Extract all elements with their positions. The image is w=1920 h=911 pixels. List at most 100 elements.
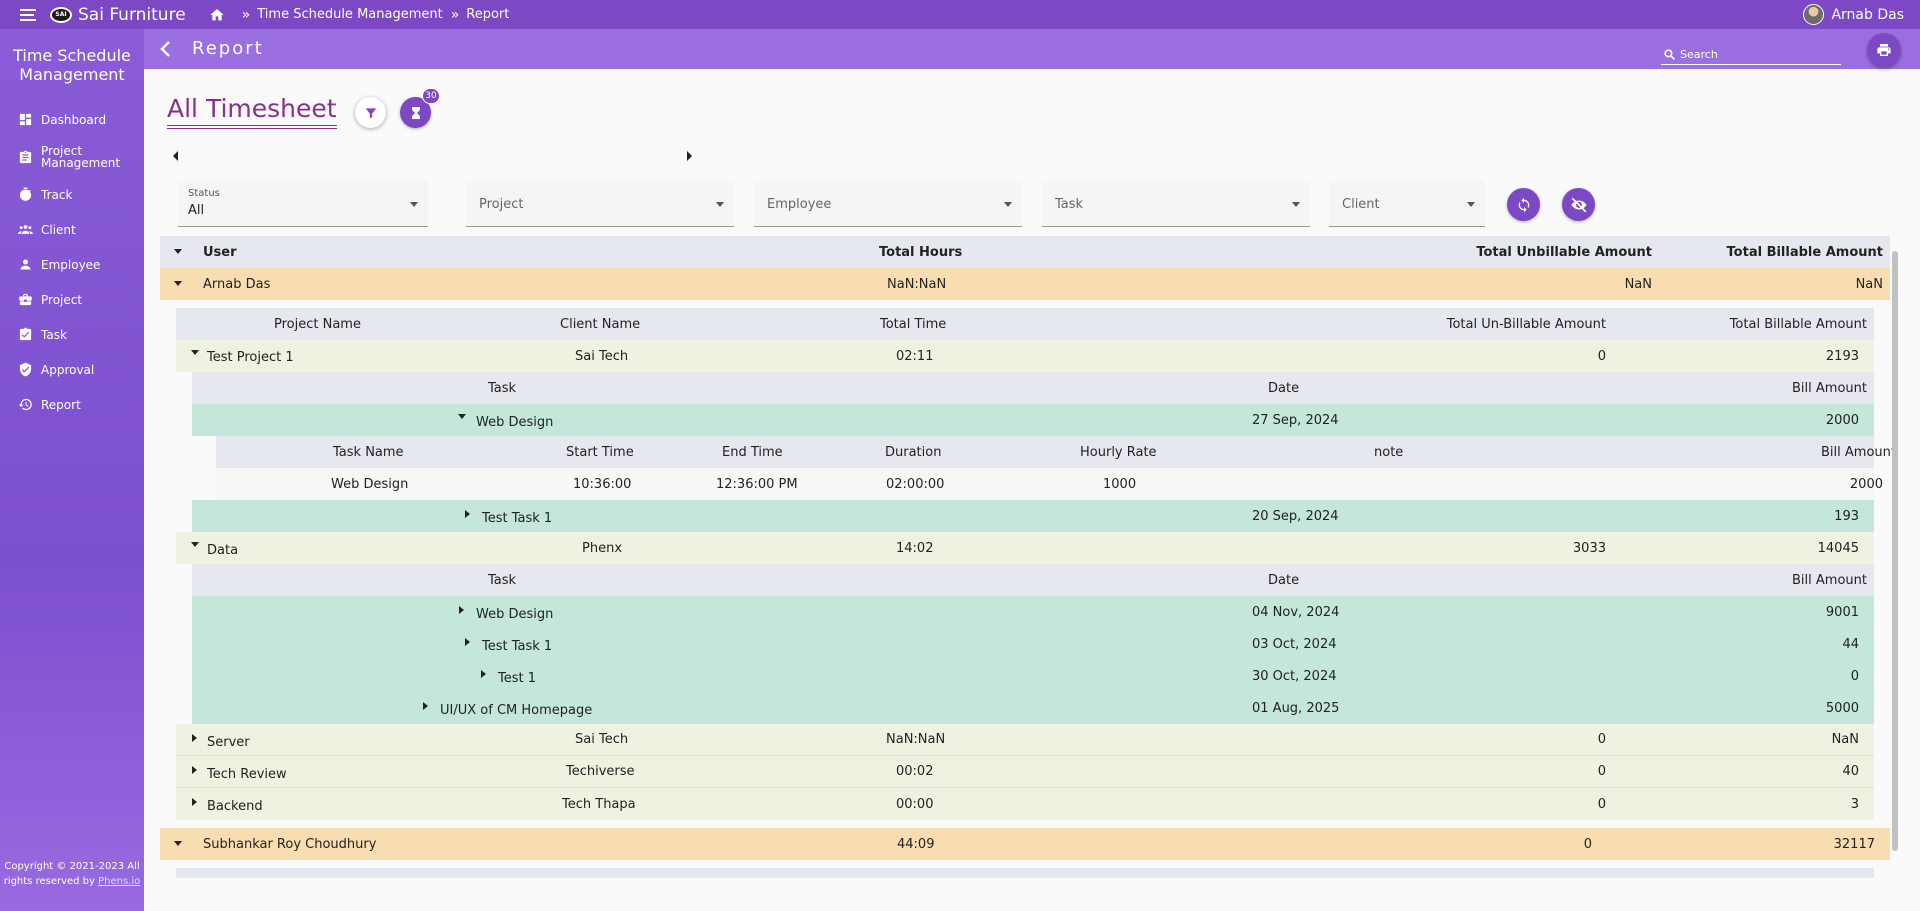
sidebar-item-dashboard[interactable]: Dashboard xyxy=(0,102,144,137)
task-header: Task Date Bill Amount xyxy=(192,564,1874,596)
project-name-cell: Test Project 1 xyxy=(207,350,294,365)
header-total-time: Total Time xyxy=(880,316,947,332)
header-note: note xyxy=(1374,444,1404,460)
sidebar-item-label: Task xyxy=(41,327,67,342)
group-icon xyxy=(18,225,33,234)
status-select[interactable]: Status All xyxy=(178,181,428,227)
status-label: Status xyxy=(188,188,220,199)
main-content: All Timesheet 30 Status All Project Empl… xyxy=(144,69,1920,911)
back-arrow-icon[interactable] xyxy=(158,40,172,58)
project-row[interactable]: Backend Tech Thapa 00:00 0 3 xyxy=(176,788,1874,820)
header-date: Date xyxy=(1268,572,1300,588)
hide-button[interactable] xyxy=(1562,188,1595,221)
expand-icon[interactable] xyxy=(465,638,470,646)
user-row[interactable]: Arnab Das NaN:NaN NaN NaN xyxy=(160,268,1890,300)
project-row[interactable]: Test Project 1 Sai Tech 02:11 0 2193 xyxy=(176,340,1874,372)
vertical-scrollbar[interactable] xyxy=(1890,239,1900,879)
task-row[interactable]: Test Task 1 20 Sep, 2024 193 xyxy=(192,500,1874,532)
user-menu[interactable]: Arnab Das xyxy=(1803,4,1904,25)
task-name-cell: Web Design xyxy=(476,415,554,430)
header-billable: Total Billable Amount xyxy=(1726,244,1883,260)
clipboard-icon xyxy=(19,150,32,163)
project-unbillable-cell: 0 xyxy=(1597,764,1606,779)
task-amount-cell: 9001 xyxy=(1825,604,1859,620)
project-row[interactable]: Data Phenx 14:02 3033 14045 xyxy=(176,532,1874,564)
task-date-cell: 20 Sep, 2024 xyxy=(1252,508,1339,524)
expand-icon[interactable] xyxy=(459,606,464,614)
task-row[interactable]: Test 1 30 Oct, 2024 0 xyxy=(192,660,1874,692)
avatar xyxy=(1803,4,1825,25)
project-unbillable-cell: 0 xyxy=(1597,732,1606,747)
expand-icon[interactable] xyxy=(465,510,470,518)
sidebar-item-project[interactable]: Project xyxy=(0,282,144,317)
sidebar-item-approval[interactable]: Approval xyxy=(0,352,144,387)
sidebar-item-track[interactable]: Track xyxy=(0,177,144,212)
task-select[interactable]: Task xyxy=(1042,181,1310,227)
sidebar-item-label: Report xyxy=(41,397,81,412)
header-task: Task xyxy=(488,572,517,588)
company-logo: SAI xyxy=(50,6,72,23)
breadcrumb-separator-icon: » xyxy=(241,6,251,23)
project-billable-cell: NaN xyxy=(1831,732,1859,747)
collapse-icon[interactable] xyxy=(191,542,199,547)
expand-icon[interactable] xyxy=(423,702,428,710)
sidebar-nav: Dashboard Project Management Track Clien… xyxy=(0,102,144,422)
employee-select[interactable]: Employee xyxy=(754,181,1022,227)
sidebar-item-client[interactable]: Client xyxy=(0,212,144,247)
user-hours-cell: 44:09 xyxy=(897,836,935,852)
task-row[interactable]: Test Task 1 03 Oct, 2024 44 xyxy=(192,628,1874,660)
task-amount-cell: 44 xyxy=(1842,636,1859,652)
breadcrumb-report[interactable]: Report xyxy=(466,7,509,22)
page-header-bar: Report xyxy=(144,29,1920,69)
sidebar-item-report[interactable]: Report xyxy=(0,387,144,422)
task-amount-cell: 2000 xyxy=(1825,412,1859,428)
task-row[interactable]: UI/UX of CM Homepage 01 Aug, 2025 5000 xyxy=(192,692,1874,724)
breadcrumb-time-schedule[interactable]: Time Schedule Management xyxy=(257,7,442,22)
sidebar-item-task[interactable]: Task xyxy=(0,317,144,352)
project-row[interactable]: Tech Review Techiverse 00:02 0 40 xyxy=(176,756,1874,788)
header-unbillable: Total Unbillable Amount xyxy=(1476,244,1652,260)
task-row[interactable]: Web Design 27 Sep, 2024 2000 xyxy=(192,404,1874,436)
expand-icon[interactable] xyxy=(192,798,197,806)
sidebar-title: Time Schedule Management xyxy=(13,46,131,84)
task-name-cell: Test Task 1 xyxy=(482,639,553,654)
expand-icon[interactable] xyxy=(481,670,486,678)
client-select[interactable]: Client xyxy=(1329,181,1485,227)
nested-header-partial xyxy=(176,868,1874,878)
collapse-icon[interactable] xyxy=(458,414,466,419)
expand-icon[interactable] xyxy=(192,734,197,742)
person-icon xyxy=(20,259,31,270)
task-icon xyxy=(19,327,32,341)
scrollbar-thumb[interactable] xyxy=(1892,251,1898,851)
chevron-down-icon xyxy=(1467,202,1475,207)
sidebar-item-employee[interactable]: Employee xyxy=(0,247,144,282)
sidebar-item-project-management[interactable]: Project Management xyxy=(0,137,144,177)
search-input[interactable] xyxy=(1680,48,1830,61)
user-row[interactable]: Subhankar Roy Choudhury 44:09 0 32117 xyxy=(160,828,1890,860)
print-button[interactable] xyxy=(1867,33,1901,67)
collapse-icon[interactable] xyxy=(174,281,182,286)
expand-icon[interactable] xyxy=(192,766,197,774)
menu-icon[interactable] xyxy=(20,6,40,24)
collapse-icon[interactable] xyxy=(174,841,182,846)
phens-link[interactable]: Phens.io xyxy=(98,876,140,887)
project-row[interactable]: Server Sai Tech NaN:NaN 0 NaN xyxy=(176,724,1874,756)
refresh-button[interactable] xyxy=(1507,188,1540,221)
printer-icon xyxy=(1877,44,1891,56)
scroll-left-icon[interactable] xyxy=(173,151,178,161)
task-row[interactable]: Web Design 04 Nov, 2024 9001 xyxy=(192,596,1874,628)
user-billable-cell: NaN xyxy=(1855,276,1883,292)
search-box[interactable] xyxy=(1661,45,1841,65)
project-billable-cell: 14045 xyxy=(1817,540,1859,556)
project-select[interactable]: Project xyxy=(466,181,734,227)
collapse-icon[interactable] xyxy=(191,350,199,355)
copyright: Copyright © 2021-2023 All rights reserve… xyxy=(0,859,144,889)
filter-button[interactable] xyxy=(355,97,386,128)
task-date-cell: 30 Oct, 2024 xyxy=(1252,668,1337,684)
task-header: Task Date Bill Amount xyxy=(192,372,1874,404)
home-icon[interactable] xyxy=(208,7,226,23)
scroll-right-icon[interactable] xyxy=(687,151,692,161)
sidebar-item-label: Track xyxy=(41,187,73,202)
collapse-all-icon[interactable] xyxy=(174,249,182,254)
project-name-cell: Data xyxy=(207,543,239,558)
